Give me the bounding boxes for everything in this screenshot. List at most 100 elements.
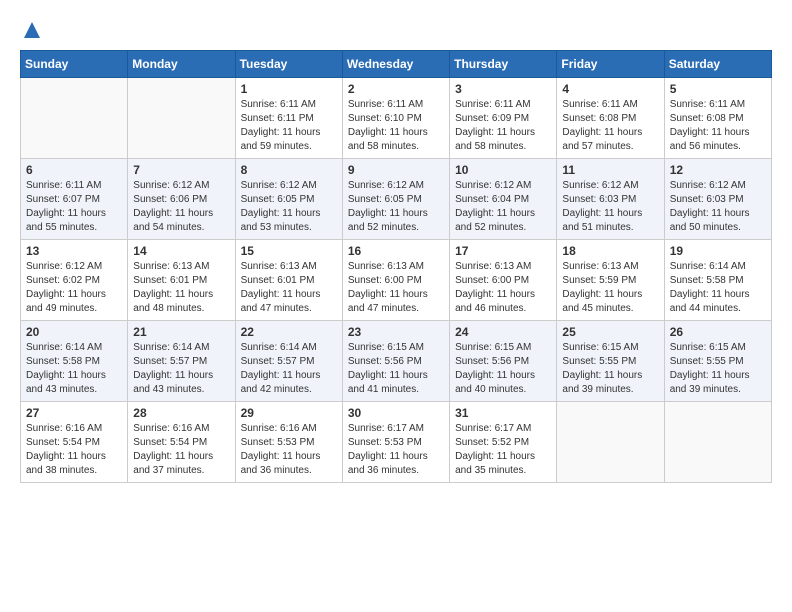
day-info: Sunrise: 6:15 AM Sunset: 5:56 PM Dayligh… — [455, 341, 551, 397]
day-number: 10 — [455, 163, 551, 177]
calendar-cell: 27 Sunrise: 6:16 AM Sunset: 5:54 PM Dayli… — [21, 402, 128, 483]
calendar-cell: 3 Sunrise: 6:11 AM Sunset: 6:09 PM Daylig… — [450, 78, 557, 159]
calendar-cell: 10Sunrise: 6:12 AM Sunset: 6:04 PM Dayli… — [450, 159, 557, 240]
calendar-cell: 25 Sunrise: 6:15 AM Sunset: 5:55 PM Dayli… — [557, 321, 664, 402]
calendar-cell: 28Sunrise: 6:16 AM Sunset: 5:54 PM Dayli… — [128, 402, 235, 483]
day-info: Sunrise: 6:12 AM Sunset: 6:06 PM Dayligh… — [133, 179, 229, 235]
day-number: 29 — [241, 406, 337, 420]
day-info: Sunrise: 6:15 AM Sunset: 5:56 PM Dayligh… — [348, 341, 444, 397]
calendar-table: SundayMondayTuesdayWednesdayThursdayFrid… — [20, 50, 772, 483]
calendar-cell — [21, 78, 128, 159]
day-info: Sunrise: 6:14 AM Sunset: 5:58 PM Dayligh… — [26, 341, 122, 397]
day-info: Sunrise: 6:11 AM Sunset: 6:09 PM Dayligh… — [455, 98, 551, 154]
calendar-cell: 29 Sunrise: 6:16 AM Sunset: 5:53 PM Dayli… — [235, 402, 342, 483]
day-info: Sunrise: 6:11 AM Sunset: 6:08 PM Dayligh… — [670, 98, 766, 154]
day-number: 7 — [133, 163, 229, 177]
calendar-cell: 5 Sunrise: 6:11 AM Sunset: 6:08 PM Daylig… — [664, 78, 771, 159]
calendar-cell: 19Sunrise: 6:14 AM Sunset: 5:58 PM Dayli… — [664, 240, 771, 321]
calendar-cell: 15 Sunrise: 6:13 AM Sunset: 6:01 PM Dayli… — [235, 240, 342, 321]
day-info: Sunrise: 6:12 AM Sunset: 6:03 PM Dayligh… — [562, 179, 658, 235]
day-info: Sunrise: 6:11 AM Sunset: 6:10 PM Dayligh… — [348, 98, 444, 154]
day-number: 5 — [670, 82, 766, 96]
col-header-tuesday: Tuesday — [235, 51, 342, 78]
day-number: 25 — [562, 325, 658, 339]
day-number: 4 — [562, 82, 658, 96]
day-number: 11 — [562, 163, 658, 177]
day-number: 6 — [26, 163, 122, 177]
col-header-sunday: Sunday — [21, 51, 128, 78]
calendar-cell — [664, 402, 771, 483]
day-number: 31 — [455, 406, 551, 420]
calendar-week-row: 1 Sunrise: 6:11 AM Sunset: 6:11 PM Daylig… — [21, 78, 772, 159]
day-info: Sunrise: 6:15 AM Sunset: 5:55 PM Dayligh… — [670, 341, 766, 397]
day-info: Sunrise: 6:14 AM Sunset: 5:58 PM Dayligh… — [670, 260, 766, 316]
calendar-cell: 30Sunrise: 6:17 AM Sunset: 5:53 PM Dayli… — [342, 402, 449, 483]
calendar-week-row: 13 Sunrise: 6:12 AM Sunset: 6:02 PM Dayli… — [21, 240, 772, 321]
calendar-cell: 23 Sunrise: 6:15 AM Sunset: 5:56 PM Dayli… — [342, 321, 449, 402]
day-info: Sunrise: 6:16 AM Sunset: 5:53 PM Dayligh… — [241, 422, 337, 478]
logo — [20, 20, 42, 40]
day-info: Sunrise: 6:12 AM Sunset: 6:02 PM Dayligh… — [26, 260, 122, 316]
day-number: 16 — [348, 244, 444, 258]
day-number: 8 — [241, 163, 337, 177]
day-number: 22 — [241, 325, 337, 339]
calendar-cell: 8 Sunrise: 6:12 AM Sunset: 6:05 PM Daylig… — [235, 159, 342, 240]
day-info: Sunrise: 6:16 AM Sunset: 5:54 PM Dayligh… — [133, 422, 229, 478]
calendar-week-row: 20Sunrise: 6:14 AM Sunset: 5:58 PM Dayli… — [21, 321, 772, 402]
col-header-friday: Friday — [557, 51, 664, 78]
col-header-saturday: Saturday — [664, 51, 771, 78]
day-number: 15 — [241, 244, 337, 258]
day-number: 12 — [670, 163, 766, 177]
calendar-cell: 21 Sunrise: 6:14 AM Sunset: 5:57 PM Dayli… — [128, 321, 235, 402]
day-info: Sunrise: 6:12 AM Sunset: 6:03 PM Dayligh… — [670, 179, 766, 235]
day-info: Sunrise: 6:12 AM Sunset: 6:05 PM Dayligh… — [241, 179, 337, 235]
day-number: 21 — [133, 325, 229, 339]
day-info: Sunrise: 6:13 AM Sunset: 5:59 PM Dayligh… — [562, 260, 658, 316]
day-info: Sunrise: 6:13 AM Sunset: 6:00 PM Dayligh… — [455, 260, 551, 316]
calendar-cell: 7 Sunrise: 6:12 AM Sunset: 6:06 PM Daylig… — [128, 159, 235, 240]
col-header-monday: Monday — [128, 51, 235, 78]
day-info: Sunrise: 6:15 AM Sunset: 5:55 PM Dayligh… — [562, 341, 658, 397]
col-header-wednesday: Wednesday — [342, 51, 449, 78]
day-info: Sunrise: 6:13 AM Sunset: 6:01 PM Dayligh… — [241, 260, 337, 316]
day-number: 27 — [26, 406, 122, 420]
day-number: 23 — [348, 325, 444, 339]
calendar-cell: 22 Sunrise: 6:14 AM Sunset: 5:57 PM Dayli… — [235, 321, 342, 402]
page: SundayMondayTuesdayWednesdayThursdayFrid… — [0, 0, 792, 493]
day-number: 14 — [133, 244, 229, 258]
day-number: 9 — [348, 163, 444, 177]
day-number: 1 — [241, 82, 337, 96]
calendar-cell: 1 Sunrise: 6:11 AM Sunset: 6:11 PM Daylig… — [235, 78, 342, 159]
day-info: Sunrise: 6:12 AM Sunset: 6:05 PM Dayligh… — [348, 179, 444, 235]
calendar-cell: 13 Sunrise: 6:12 AM Sunset: 6:02 PM Dayli… — [21, 240, 128, 321]
day-info: Sunrise: 6:16 AM Sunset: 5:54 PM Dayligh… — [26, 422, 122, 478]
day-number: 17 — [455, 244, 551, 258]
day-number: 18 — [562, 244, 658, 258]
calendar-cell: 4 Sunrise: 6:11 AM Sunset: 6:08 PM Daylig… — [557, 78, 664, 159]
col-header-thursday: Thursday — [450, 51, 557, 78]
day-info: Sunrise: 6:13 AM Sunset: 6:00 PM Dayligh… — [348, 260, 444, 316]
calendar-cell: 31Sunrise: 6:17 AM Sunset: 5:52 PM Dayli… — [450, 402, 557, 483]
calendar-week-row: 27 Sunrise: 6:16 AM Sunset: 5:54 PM Dayli… — [21, 402, 772, 483]
calendar-cell: 9 Sunrise: 6:12 AM Sunset: 6:05 PM Daylig… — [342, 159, 449, 240]
day-info: Sunrise: 6:11 AM Sunset: 6:08 PM Dayligh… — [562, 98, 658, 154]
day-info: Sunrise: 6:11 AM Sunset: 6:11 PM Dayligh… — [241, 98, 337, 154]
calendar-cell: 14Sunrise: 6:13 AM Sunset: 6:01 PM Dayli… — [128, 240, 235, 321]
calendar-cell: 2Sunrise: 6:11 AM Sunset: 6:10 PM Daylig… — [342, 78, 449, 159]
calendar-cell: 24Sunrise: 6:15 AM Sunset: 5:56 PM Dayli… — [450, 321, 557, 402]
calendar-cell: 20Sunrise: 6:14 AM Sunset: 5:58 PM Dayli… — [21, 321, 128, 402]
day-info: Sunrise: 6:14 AM Sunset: 5:57 PM Dayligh… — [133, 341, 229, 397]
calendar-cell — [128, 78, 235, 159]
calendar-cell: 16 Sunrise: 6:13 AM Sunset: 6:00 PM Dayli… — [342, 240, 449, 321]
calendar-cell: 17 Sunrise: 6:13 AM Sunset: 6:00 PM Dayli… — [450, 240, 557, 321]
calendar-cell: 18 Sunrise: 6:13 AM Sunset: 5:59 PM Dayli… — [557, 240, 664, 321]
day-number: 13 — [26, 244, 122, 258]
calendar-cell: 6 Sunrise: 6:11 AM Sunset: 6:07 PM Daylig… — [21, 159, 128, 240]
day-info: Sunrise: 6:11 AM Sunset: 6:07 PM Dayligh… — [26, 179, 122, 235]
header — [20, 20, 772, 40]
calendar-header-row: SundayMondayTuesdayWednesdayThursdayFrid… — [21, 51, 772, 78]
day-number: 3 — [455, 82, 551, 96]
calendar-cell: 11 Sunrise: 6:12 AM Sunset: 6:03 PM Dayli… — [557, 159, 664, 240]
day-info: Sunrise: 6:14 AM Sunset: 5:57 PM Dayligh… — [241, 341, 337, 397]
day-number: 30 — [348, 406, 444, 420]
